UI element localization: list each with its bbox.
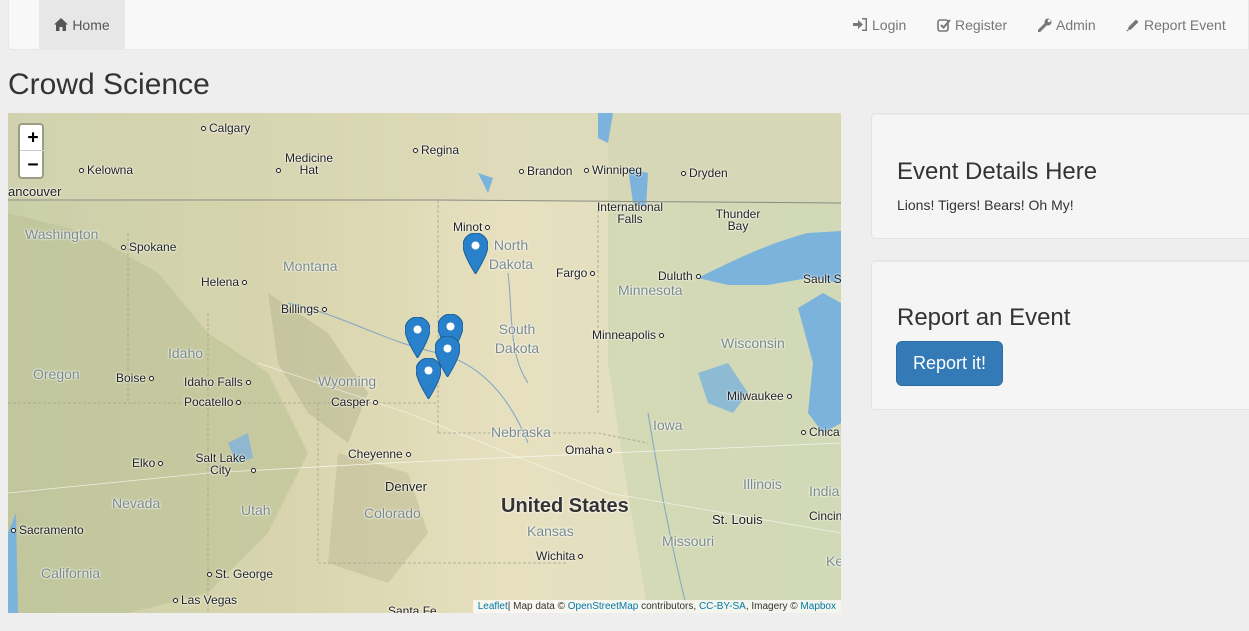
city-fargo: Fargo bbox=[556, 266, 598, 280]
city-cheyenne: Cheyenne bbox=[348, 447, 414, 461]
state-idaho: Idaho bbox=[168, 345, 204, 361]
nav-login-link[interactable]: Login bbox=[853, 0, 906, 49]
city-duluth: Duluth bbox=[658, 269, 704, 283]
event-details-title: Event Details Here bbox=[897, 158, 1098, 185]
city-idaho-falls: Idaho Falls bbox=[184, 375, 254, 389]
wrench-icon bbox=[1038, 18, 1052, 32]
state-nevada: Nevada bbox=[112, 495, 161, 511]
city-billings: Billings bbox=[281, 302, 330, 316]
nav-report-event-link[interactable]: Report Event bbox=[1126, 0, 1226, 49]
zoom-control: + − bbox=[18, 123, 46, 179]
navbar: Home Login Register Admin Report Event bbox=[8, 0, 1249, 50]
nav-admin-label: Admin bbox=[1056, 16, 1096, 33]
city-pocatello: Pocatello bbox=[184, 395, 244, 409]
city-omaha: Omaha bbox=[565, 443, 615, 457]
city-vancouver: ancouver bbox=[8, 184, 62, 199]
state-illinois: Illinois bbox=[743, 476, 782, 492]
report-event-panel: Report an Event Report it! bbox=[871, 260, 1249, 410]
state-oregon: Oregon bbox=[33, 366, 80, 382]
nav-home-label: Home bbox=[72, 16, 110, 33]
state-nebraska: Nebraska bbox=[491, 424, 551, 440]
zoom-out-button[interactable]: − bbox=[20, 151, 46, 177]
country-united-states: United States bbox=[501, 495, 629, 517]
city-salt-lake: Salt Lake City bbox=[193, 452, 259, 476]
state-south-dakota: South Dakota bbox=[494, 321, 540, 356]
page-title: Crowd Science bbox=[8, 68, 210, 101]
city-minneapolis: Minneapolis bbox=[592, 328, 667, 342]
attribution-contributors: contributors, bbox=[641, 601, 697, 612]
nav-register-label: Register bbox=[955, 16, 1008, 33]
nav-login-label: Login bbox=[872, 16, 907, 33]
cc-by-sa-link[interactable]: CC-BY-SA bbox=[699, 601, 746, 612]
city-santa-fe: Santa Fe bbox=[388, 604, 437, 613]
attribution-imagery: , Imagery © bbox=[745, 601, 798, 612]
attribution-map-data: | Map data © bbox=[507, 601, 565, 612]
state-minnesota: Minnesota bbox=[618, 282, 683, 298]
city-st-george: St. George bbox=[204, 567, 273, 581]
city-regina: Regina bbox=[410, 143, 459, 157]
pencil-icon bbox=[1126, 19, 1139, 32]
city-st-louis: St. Louis bbox=[712, 512, 763, 527]
city-denver: Denver bbox=[385, 479, 427, 494]
edit-check-icon bbox=[937, 18, 951, 32]
map[interactable]: Calgary Kelowna ancouver Medicine Hat Re… bbox=[8, 113, 841, 613]
city-winnipeg: Winnipeg bbox=[581, 163, 642, 177]
nav-register-link[interactable]: Register bbox=[937, 0, 1007, 49]
home-icon bbox=[54, 18, 69, 31]
city-milwaukee: Milwaukee bbox=[727, 389, 795, 403]
state-wisconsin: Wisconsin bbox=[721, 335, 785, 351]
city-helena: Helena bbox=[201, 275, 250, 289]
event-marker[interactable] bbox=[405, 317, 430, 358]
state-north-dakota: North Dakota bbox=[488, 237, 534, 272]
city-las-vegas: Las Vegas bbox=[170, 593, 237, 607]
state-california: California bbox=[41, 565, 101, 581]
state-iowa: Iowa bbox=[653, 417, 683, 433]
state-utah: Utah bbox=[241, 502, 271, 518]
nav-home-link[interactable]: Home bbox=[39, 0, 125, 49]
mapbox-link[interactable]: Mapbox bbox=[800, 601, 836, 612]
state-indiana: India bbox=[809, 483, 840, 499]
state-missouri: Missouri bbox=[662, 533, 715, 549]
state-wyoming: Wyoming bbox=[318, 373, 377, 389]
event-details-panel: Event Details Here Lions! Tigers! Bears!… bbox=[871, 113, 1249, 239]
map-attribution: Leaflet| Map data © OpenStreetMap contri… bbox=[472, 600, 841, 613]
state-washington: Washington bbox=[25, 226, 99, 242]
state-montana: Montana bbox=[283, 258, 338, 274]
state-kentucky: Ke bbox=[826, 553, 841, 569]
city-boise: Boise bbox=[116, 371, 157, 385]
event-marker[interactable] bbox=[463, 233, 488, 274]
city-thunder-bay: Thunder Bay bbox=[715, 207, 761, 233]
state-colorado: Colorado bbox=[364, 505, 421, 521]
city-casper: Casper bbox=[331, 395, 381, 409]
city-kelowna: Kelowna bbox=[76, 163, 133, 177]
city-sault: Sault S bbox=[803, 272, 841, 286]
city-dryden: Dryden bbox=[678, 166, 728, 180]
city-spokane: Spokane bbox=[118, 240, 176, 254]
state-kansas: Kansas bbox=[527, 523, 574, 539]
event-marker[interactable] bbox=[416, 358, 441, 399]
report-it-button[interactable]: Report it! bbox=[896, 341, 1004, 386]
city-cincinnati: Cincin bbox=[809, 509, 841, 523]
zoom-in-button[interactable]: + bbox=[20, 125, 46, 151]
event-details-text: Lions! Tigers! Bears! Oh My! bbox=[897, 197, 1074, 213]
city-brandon: Brandon bbox=[516, 164, 572, 178]
city-medicine-hat: Medicine Hat bbox=[273, 152, 334, 176]
nav-admin-link[interactable]: Admin bbox=[1038, 0, 1096, 49]
nav-report-event-label: Report Event bbox=[1144, 16, 1226, 33]
city-elko: Elko bbox=[132, 456, 166, 470]
city-wichita: Wichita bbox=[536, 549, 586, 563]
report-event-title: Report an Event bbox=[897, 304, 1071, 331]
leaflet-link[interactable]: Leaflet bbox=[478, 601, 508, 612]
city-minot: Minot bbox=[453, 220, 493, 234]
city-calgary: Calgary bbox=[198, 121, 250, 135]
city-chicago: Chica bbox=[798, 425, 840, 439]
city-sacramento: Sacramento bbox=[8, 523, 84, 537]
city-international-falls: International Falls bbox=[596, 200, 664, 226]
osm-link[interactable]: OpenStreetMap bbox=[568, 601, 639, 612]
login-icon bbox=[853, 18, 867, 31]
